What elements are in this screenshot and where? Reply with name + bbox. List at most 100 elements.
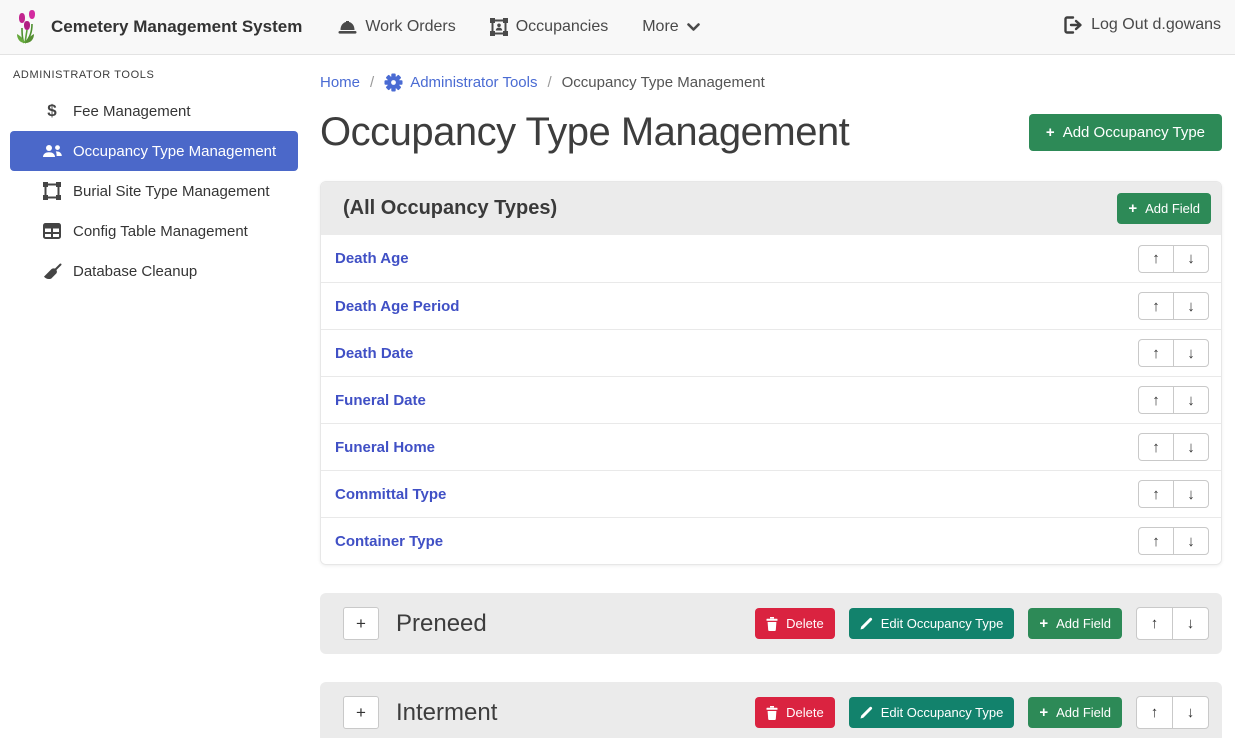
all-occupancy-types-card: (All Occupancy Types) + Add Field Death …	[320, 181, 1222, 565]
move-down-button[interactable]: ↓	[1173, 245, 1209, 273]
move-up-button[interactable]: ↑	[1138, 386, 1174, 414]
sidebar-item-label: Burial Site Type Management	[73, 183, 270, 200]
move-down-button[interactable]: ↓	[1173, 527, 1209, 555]
sidebar-item-occupancy-type-management[interactable]: Occupancy Type Management	[10, 131, 298, 171]
sidebar-item-burial-site-type-management[interactable]: Burial Site Type Management	[10, 171, 298, 211]
plus-icon: +	[1128, 201, 1137, 216]
plus-icon: +	[1039, 616, 1048, 631]
move-up-button[interactable]: ↑	[1138, 433, 1174, 461]
arrow-up-icon: ↑	[1151, 615, 1159, 632]
top-navbar: Cemetery Management System Work Orders	[0, 0, 1235, 55]
arrow-up-icon: ↑	[1152, 439, 1160, 456]
sidebar-item-config-table-management[interactable]: Config Table Management	[10, 211, 298, 251]
add-field-label: Add Field	[1145, 201, 1200, 216]
field-link-death-age[interactable]: Death Age	[335, 250, 409, 267]
move-up-button[interactable]: ↑	[1138, 339, 1174, 367]
nav-more-label: More	[642, 18, 678, 36]
sidebar-item-fee-management[interactable]: $ Fee Management	[10, 91, 298, 131]
breadcrumb-separator: /	[370, 74, 374, 91]
delete-label: Delete	[786, 616, 824, 631]
add-occupancy-type-label: Add Occupancy Type	[1063, 124, 1205, 141]
arrow-down-icon: ↓	[1187, 439, 1195, 456]
sidebar-item-label: Occupancy Type Management	[73, 143, 276, 160]
field-row: Funeral Date ↑ ↓	[321, 376, 1221, 423]
delete-button[interactable]: Delete	[755, 608, 835, 639]
add-occupancy-type-button[interactable]: + Add Occupancy Type	[1029, 114, 1222, 151]
breadcrumb: Home / Administrator Tool	[320, 73, 1222, 92]
arrow-down-icon: ↓	[1187, 345, 1195, 362]
nav-more[interactable]: More	[642, 18, 699, 36]
brand-title[interactable]: Cemetery Management System	[51, 17, 302, 37]
move-down-button[interactable]: ↓	[1172, 696, 1209, 729]
field-link-container-type[interactable]: Container Type	[335, 533, 443, 550]
move-down-button[interactable]: ↓	[1172, 607, 1209, 640]
arrow-down-icon: ↓	[1187, 392, 1195, 409]
field-link-death-date[interactable]: Death Date	[335, 345, 413, 362]
arrow-down-icon: ↓	[1187, 615, 1195, 632]
delete-button[interactable]: Delete	[755, 697, 835, 728]
edit-occupancy-type-button[interactable]: Edit Occupancy Type	[849, 697, 1015, 728]
add-field-button[interactable]: + Add Field	[1117, 193, 1211, 224]
field-link-funeral-home[interactable]: Funeral Home	[335, 439, 435, 456]
add-field-button[interactable]: + Add Field	[1028, 608, 1122, 639]
sidebar-item-database-cleanup[interactable]: Database Cleanup	[10, 251, 298, 291]
field-row: Death Age ↑ ↓	[321, 235, 1221, 282]
move-down-button[interactable]: ↓	[1173, 480, 1209, 508]
expand-button[interactable]: +	[343, 607, 379, 640]
reorder-buttons: ↑ ↓	[1138, 433, 1209, 461]
tulip-logo-icon	[12, 10, 42, 44]
arrow-down-icon: ↓	[1187, 250, 1195, 267]
add-field-button[interactable]: + Add Field	[1028, 697, 1122, 728]
hard-hat-icon	[338, 19, 357, 36]
nav-occupancies[interactable]: Occupancies	[490, 18, 609, 36]
trash-icon	[766, 617, 778, 631]
move-down-button[interactable]: ↓	[1173, 292, 1209, 320]
expand-button[interactable]: +	[343, 696, 379, 729]
breadcrumb-admin-tools-label: Administrator Tools	[410, 74, 537, 91]
field-link-funeral-date[interactable]: Funeral Date	[335, 392, 426, 409]
reorder-buttons: ↑ ↓	[1138, 386, 1209, 414]
sidebar-item-label: Fee Management	[73, 103, 191, 120]
reorder-buttons: ↑ ↓	[1138, 339, 1209, 367]
nav-work-orders[interactable]: Work Orders	[338, 18, 455, 36]
edit-occupancy-type-button[interactable]: Edit Occupancy Type	[849, 608, 1015, 639]
add-field-label: Add Field	[1056, 705, 1111, 720]
vector-square-icon	[40, 182, 64, 200]
arrow-down-icon: ↓	[1187, 486, 1195, 503]
plus-icon: +	[1039, 705, 1048, 720]
move-up-button[interactable]: ↑	[1138, 292, 1174, 320]
move-up-button[interactable]: ↑	[1138, 527, 1174, 555]
logout-button[interactable]: Log Out d.gowans	[1064, 16, 1221, 34]
field-link-committal-type[interactable]: Committal Type	[335, 486, 446, 503]
arrow-down-icon: ↓	[1187, 704, 1195, 721]
move-down-button[interactable]: ↓	[1173, 433, 1209, 461]
move-up-button[interactable]: ↑	[1138, 480, 1174, 508]
nav-occupancies-label: Occupancies	[516, 18, 609, 36]
move-down-button[interactable]: ↓	[1173, 386, 1209, 414]
field-row: Death Date ↑ ↓	[321, 329, 1221, 376]
move-down-button[interactable]: ↓	[1173, 339, 1209, 367]
arrow-down-icon: ↓	[1187, 298, 1195, 315]
arrow-up-icon: ↑	[1152, 533, 1160, 550]
trash-icon	[766, 706, 778, 720]
breadcrumb-admin-tools-link[interactable]: Administrator Tools	[384, 73, 537, 92]
arrow-down-icon: ↓	[1187, 533, 1195, 550]
field-row: Committal Type ↑ ↓	[321, 470, 1221, 517]
portrait-frame-icon	[490, 18, 508, 36]
occupancy-type-section-interment: + Interment Delete	[320, 682, 1222, 738]
reorder-buttons: ↑ ↓	[1136, 696, 1209, 729]
move-up-button[interactable]: ↑	[1136, 607, 1173, 640]
breadcrumb-home-link[interactable]: Home	[320, 74, 360, 91]
gear-icon	[384, 73, 403, 92]
logout-label: Log Out d.gowans	[1091, 16, 1221, 34]
dollar-icon: $	[40, 101, 64, 121]
move-up-button[interactable]: ↑	[1138, 245, 1174, 273]
admin-tools-sidebar: ADMINISTRATOR TOOLS $ Fee Management Occ…	[0, 55, 308, 291]
field-row: Funeral Home ↑ ↓	[321, 423, 1221, 470]
arrow-up-icon: ↑	[1151, 704, 1159, 721]
edit-occupancy-type-label: Edit Occupancy Type	[881, 705, 1004, 720]
field-link-death-age-period[interactable]: Death Age Period	[335, 298, 459, 315]
edit-occupancy-type-label: Edit Occupancy Type	[881, 616, 1004, 631]
move-up-button[interactable]: ↑	[1136, 696, 1173, 729]
pencil-icon	[860, 706, 873, 719]
